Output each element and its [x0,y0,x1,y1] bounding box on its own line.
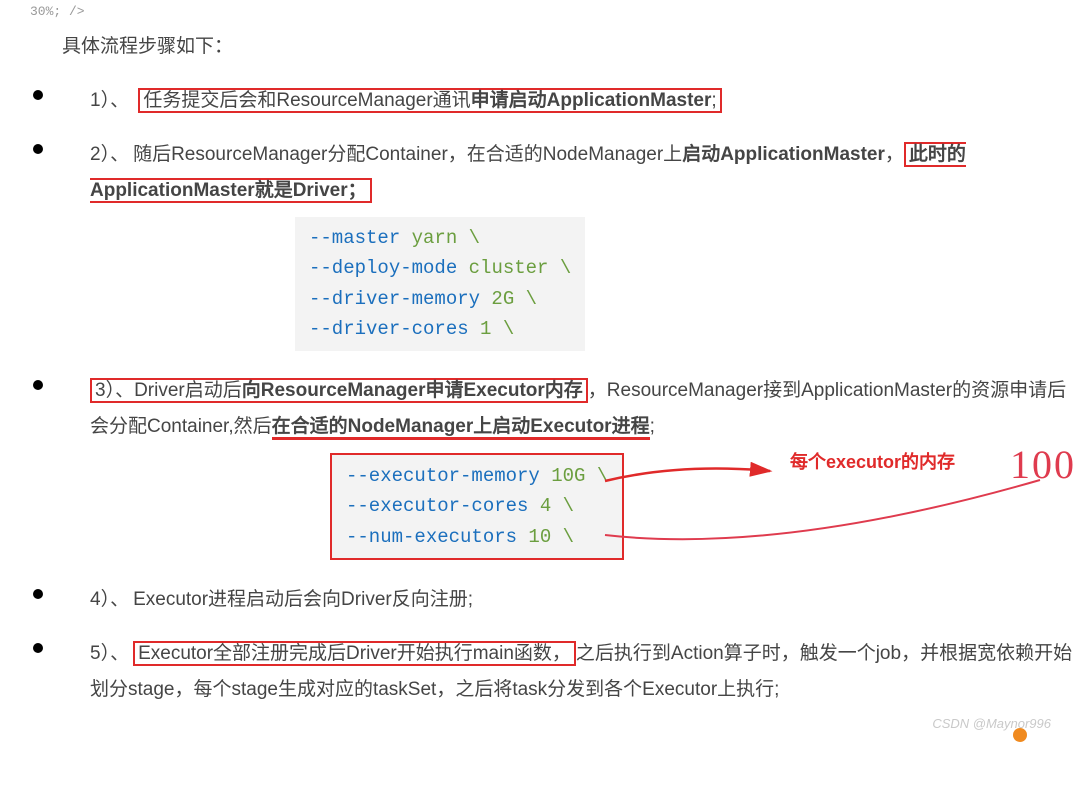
highlighted-box: 任务提交后会和ResourceManager通讯申请启动ApplicationM… [138,88,721,113]
step-number: 4）、 [90,589,129,610]
annotation-text: 每个executor的内存 [790,445,955,479]
step-list: 1）、 任务提交后会和ResourceManager通讯申请启动Applicat… [0,83,1075,708]
step-number: 5）、 [90,643,129,664]
orange-dot-icon [1013,728,1027,742]
step-number: 1）、 [90,90,129,111]
underlined-bold: 在合适的NodeManager上启动Executor进程 [272,416,650,440]
bullet-icon [33,90,43,100]
highlighted-box: Executor全部注册完成后Driver开始执行main函数， [133,641,576,666]
code-block-wrap: --master yarn \ --deploy-mode cluster \ … [295,209,1075,355]
handwriting-annotation: 100g [1010,427,1075,503]
arrow-icon [600,463,800,563]
step-4: 4）、Executor进程启动后会向Driver反向注册; [0,582,1075,618]
step2-text-bold: 启动ApplicationMaster [682,144,885,165]
code-block: --master yarn \ --deploy-mode cluster \ … [295,217,585,351]
bullet-icon [33,144,43,154]
document-page: 30%; /> 具体流程步骤如下： 1）、 任务提交后会和ResourceMan… [0,0,1075,746]
code-block-boxed: --executor-memory 10G \ --executor-cores… [330,453,624,560]
bullet-icon [33,643,43,653]
code-fragment: 30%; /> [30,0,1075,25]
step-3: 3）、Driver启动后向ResourceManager申请Executor内存… [0,373,1075,564]
code-block-wrap: --executor-memory 10G \ --executor-cores… [330,445,1075,564]
step-number: 2）、 [90,144,129,165]
step2-comma: ， [885,144,904,165]
bullet-icon [33,380,43,390]
highlighted-box: 3）、Driver启动后向ResourceManager申请Executor内存 [90,378,588,403]
step-2: 2）、随后ResourceManager分配Container，在合适的Node… [0,137,1075,355]
intro-text: 具体流程步骤如下： [62,29,1075,65]
arrow-curve-icon [600,475,1060,565]
step-5: 5）、Executor全部注册完成后Driver开始执行main函数，之后执行到… [0,636,1075,708]
bullet-icon [33,589,43,599]
step-1: 1）、 任务提交后会和ResourceManager通讯申请启动Applicat… [0,83,1075,119]
step4-text: Executor进程启动后会向Driver反向注册; [133,589,473,610]
watermark: CSDN @Maynor996 [932,712,1051,737]
step3-tail: ; [650,416,655,437]
step2-text-a: 随后ResourceManager分配Container，在合适的NodeMan… [133,144,682,165]
